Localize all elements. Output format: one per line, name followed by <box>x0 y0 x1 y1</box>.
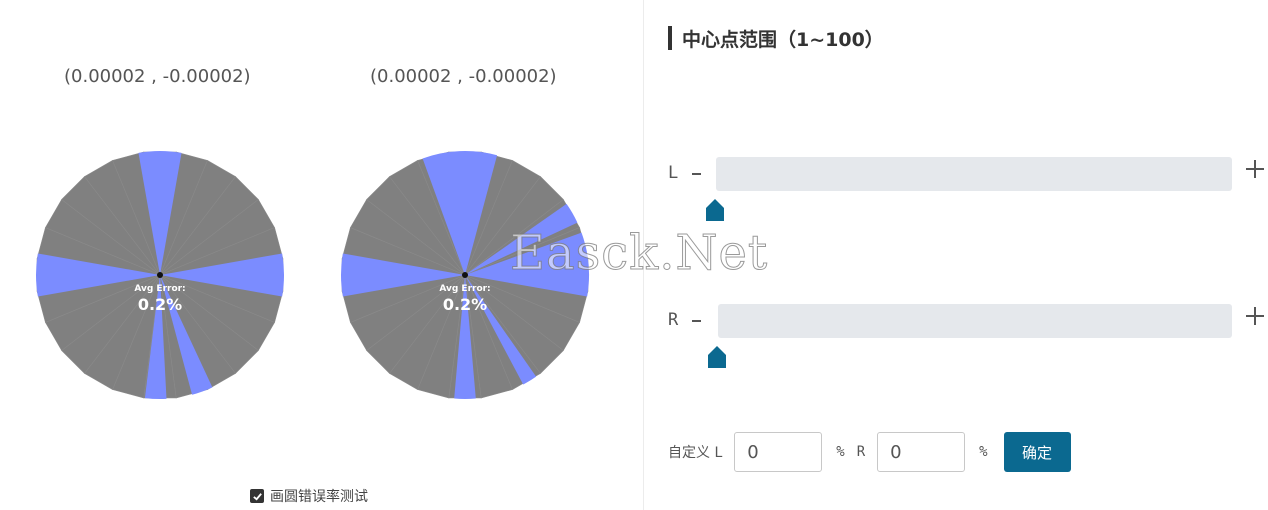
left-decrement-button[interactable] <box>688 161 704 185</box>
section-title-text: 中心点范围（1~100） <box>682 28 884 51</box>
wheel-1-avg-error-value: 0.2% <box>138 295 182 314</box>
title-accent-bar <box>668 26 672 50</box>
wheel-1-coordinate: (0.00002 , -0.00002) <box>64 66 251 87</box>
panel-divider <box>643 0 644 510</box>
left-slider-label: L <box>668 163 679 183</box>
right-slider-row: R <box>668 302 1268 342</box>
custom-right-input[interactable] <box>877 432 966 472</box>
confirm-button[interactable]: 确定 <box>1003 432 1071 472</box>
left-increment-button[interactable] <box>1246 160 1264 178</box>
custom-r-label: R <box>856 444 866 460</box>
wheel-2-avg-error-label: Avg Error: <box>439 284 490 294</box>
left-slider-thumb[interactable] <box>705 198 725 222</box>
right-slider-label: R <box>668 310 679 330</box>
wheel-2-center-dot <box>462 272 468 278</box>
wheel-1-center-dot <box>157 272 163 278</box>
section-title: 中心点范围（1~100） <box>668 26 884 51</box>
circle-error-test-toggle[interactable]: 画圆错误率测试 <box>250 486 368 506</box>
right-percent-label: % <box>979 444 988 460</box>
circle-error-test-label: 画圆错误率测试 <box>270 489 368 505</box>
error-wheel-2: Avg Error: 0.2% <box>341 151 589 399</box>
custom-left-input[interactable] <box>734 432 823 472</box>
error-wheel-1: Avg Error: 0.2% <box>35 151 284 399</box>
left-slider-track[interactable] <box>716 157 1232 191</box>
checkbox-checked-icon[interactable] <box>250 489 264 503</box>
left-percent-label: % <box>836 444 845 460</box>
wheel-2-coordinate: (0.00002 , -0.00002) <box>370 66 557 87</box>
custom-label: 自定义 L <box>668 445 723 461</box>
wheel-2-avg-error-value: 0.2% <box>443 295 487 314</box>
custom-range-row: 自定义 L % R % 确定 <box>668 432 1071 472</box>
right-slider-track[interactable] <box>718 304 1232 338</box>
left-slider-row: L <box>668 155 1268 195</box>
right-decrement-button[interactable] <box>688 308 704 332</box>
wheel-1-avg-error-label: Avg Error: <box>134 284 185 294</box>
right-slider-thumb[interactable] <box>707 345 727 369</box>
right-increment-button[interactable] <box>1246 307 1264 325</box>
